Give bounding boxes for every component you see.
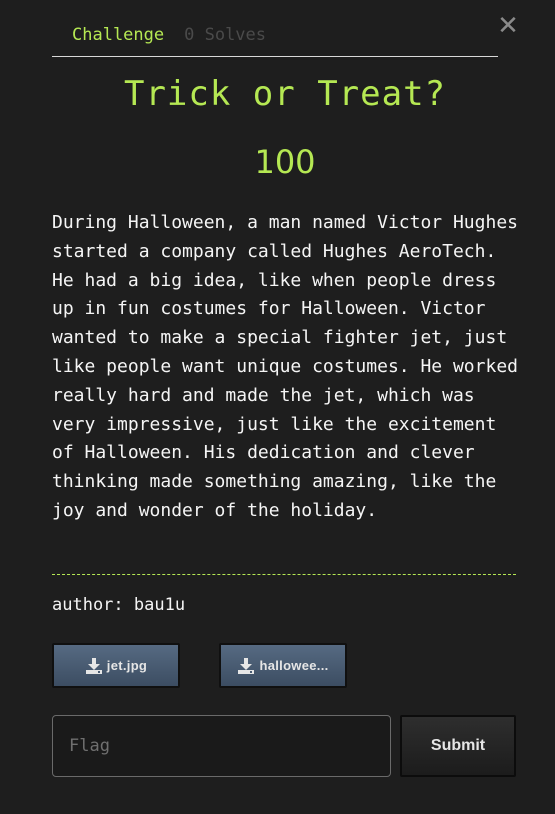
challenge-points: 100 <box>254 143 316 181</box>
divider <box>52 574 516 575</box>
file-download-button[interactable]: hallowee... <box>219 643 347 688</box>
submit-button[interactable]: Submit <box>400 715 516 777</box>
flag-input[interactable] <box>52 715 391 777</box>
tab-challenge[interactable]: Challenge <box>72 25 164 45</box>
challenge-tabs: Challenge 0 Solves <box>52 14 498 57</box>
file-label: jet.jpg <box>106 658 148 673</box>
download-icon <box>237 657 255 675</box>
challenge-description: During Halloween, a man named Victor Hug… <box>52 212 518 521</box>
tab-solves[interactable]: 0 Solves <box>184 25 266 45</box>
challenge-author: author: bau1u <box>52 595 186 615</box>
file-label: hallowee... <box>259 658 329 673</box>
close-button[interactable]: ✕ <box>496 12 520 40</box>
download-icon <box>85 657 103 675</box>
close-icon: ✕ <box>497 11 519 41</box>
file-download-button[interactable]: jet.jpg <box>52 643 180 688</box>
challenge-title: Trick or Treat? <box>123 74 447 114</box>
